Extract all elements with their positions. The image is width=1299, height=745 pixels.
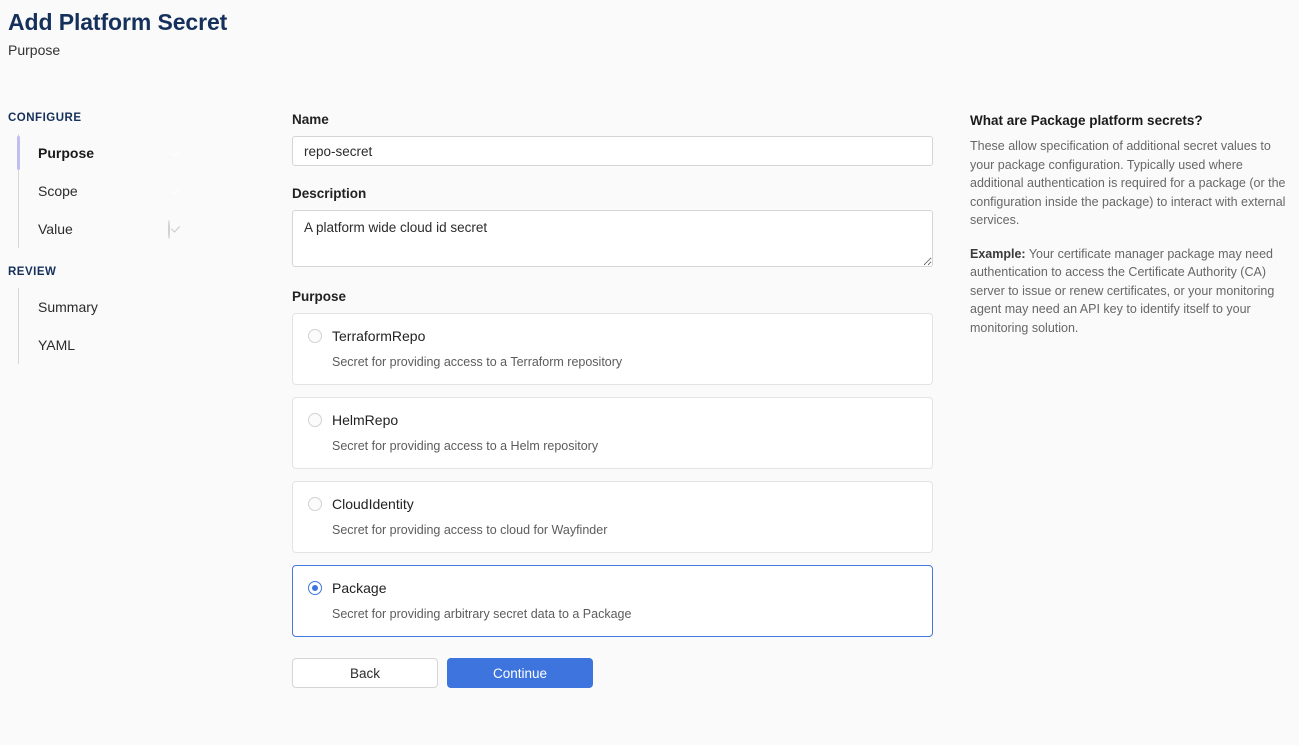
step-complete-check-icon [168,183,184,199]
purpose-option-description: Secret for providing arbitrary secret da… [332,607,632,621]
purpose-option-description: Secret for providing access to a Helm re… [332,439,599,453]
radio-icon-selected[interactable] [308,581,322,595]
page-header: Add Platform Secret Purpose [8,8,227,59]
step-complete-check-icon [168,145,184,161]
purpose-option-cloudidentity[interactable]: CloudIdentity Secret for providing acces… [292,481,933,553]
purpose-option-terraformrepo[interactable]: TerraformRepo Secret for providing acces… [292,313,933,385]
help-panel-paragraph: These allow specification of additional … [970,139,1286,227]
active-step-indicator [17,136,20,170]
purpose-option-title: HelmRepo [332,412,399,428]
sidebar-item-value[interactable]: Value [8,210,208,248]
purpose-option-title: TerraformRepo [332,328,426,344]
back-button[interactable]: Back [292,658,438,688]
step-pending-check-icon [168,220,184,239]
sidebar-item-purpose[interactable]: Purpose [8,134,208,172]
sidebar-item-scope[interactable]: Scope [8,172,208,210]
help-example-label: Example: [970,246,1026,261]
purpose-option-package[interactable]: Package Secret for providing arbitrary s… [292,565,933,637]
purpose-option-helmrepo[interactable]: HelmRepo Secret for providing access to … [292,397,933,469]
purpose-option-title: Package [332,580,387,596]
purpose-option-description: Secret for providing access to a Terrafo… [332,355,623,369]
sidebar-section-review-heading: REVIEW [8,266,57,278]
sidebar-item-yaml[interactable]: YAML [8,326,208,364]
continue-button[interactable]: Continue [447,658,593,688]
wizard-sidebar: CONFIGURE Purpose Scope Value REVIEW Sum… [8,112,208,364]
secret-form: Name Description Purpose TerraformRepo S… [292,112,933,688]
sidebar-item-purpose-label: Purpose [38,145,95,161]
add-platform-secret-page: Add Platform Secret Purpose CONFIGURE Pu… [0,0,1299,745]
page-title: Add Platform Secret [8,9,228,35]
purpose-option-description: Secret for providing access to cloud for… [332,523,608,537]
sidebar-group-review: Summary YAML [8,288,208,364]
radio-icon[interactable] [308,413,322,427]
description-field-label: Description [292,186,367,201]
sidebar-item-yaml-label: YAML [38,337,76,353]
name-input[interactable] [292,136,933,166]
help-panel: What are Package platform secrets? These… [970,112,1292,337]
form-actions: Back Continue [292,658,933,688]
help-panel-example: Example: Your certificate manager packag… [970,245,1292,338]
page-subtitle: Purpose [8,42,61,58]
sidebar-item-summary-label: Summary [38,299,98,315]
sidebar-section-configure-heading: CONFIGURE [8,112,82,124]
field-spacer [292,267,933,289]
radio-icon[interactable] [308,329,322,343]
description-textarea[interactable] [292,210,933,267]
purpose-option-title: CloudIdentity [332,496,414,512]
purpose-field-label: Purpose [292,289,347,304]
name-field-label: Name [292,112,329,127]
help-panel-title: What are Package platform secrets? [970,113,1203,128]
sidebar-item-scope-label: Scope [38,183,78,199]
sidebar-group-configure: Purpose Scope Value [8,134,208,248]
field-spacer [292,166,933,186]
sidebar-item-summary[interactable]: Summary [8,288,208,326]
sidebar-item-value-label: Value [38,221,73,237]
sidebar-divider-space [8,248,208,266]
radio-icon[interactable] [308,497,322,511]
